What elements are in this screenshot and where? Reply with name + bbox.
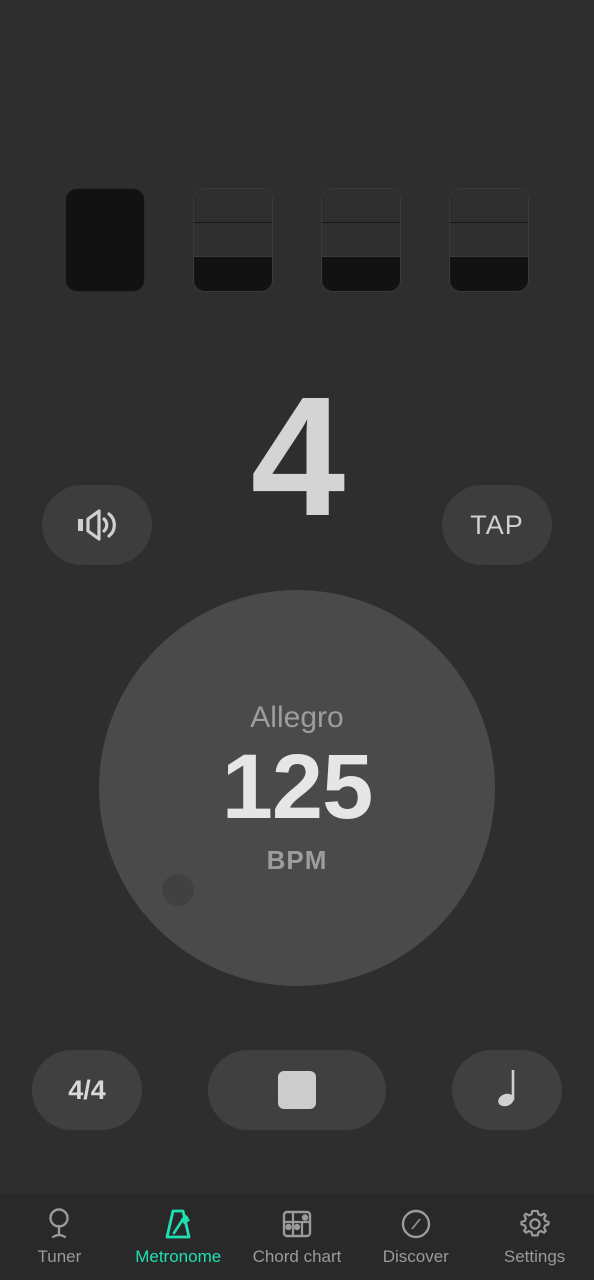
metronome-screen: 4 TAP Allegro 125 BPM 4/4 Tuner Metronom… [0,0,594,1280]
beat-segment-fill [450,257,528,291]
beat-segment-middle [322,223,400,257]
tempo-dial-knob[interactable] [162,874,194,906]
nav-item-chord-chart[interactable]: Chord chart [238,1207,357,1267]
tuning-fork-icon [44,1207,74,1241]
sound-toggle-button[interactable] [42,485,152,565]
tap-tempo-button[interactable]: TAP [442,485,552,565]
gear-icon [519,1207,551,1241]
nav-label-chord-chart: Chord chart [252,1247,342,1266]
nav-label-metronome: Metronome [135,1247,222,1266]
bpm-value: 125 [221,735,373,838]
beat-segment-top [194,189,272,223]
nav-item-tuner[interactable]: Tuner [0,1207,119,1267]
speaker-icon [74,508,120,542]
compass-icon [400,1207,432,1241]
beat-indicator-row [0,188,594,292]
beat-indicator-4[interactable] [449,188,529,292]
tempo-dial-container: Allegro 125 BPM [99,590,495,986]
beat-segment-middle [194,223,272,257]
nav-item-discover[interactable]: Discover [356,1207,475,1267]
beat-segment-fill [194,257,272,291]
nav-item-metronome[interactable]: Metronome [119,1207,238,1267]
transport-controls: 4/4 [0,1050,594,1130]
beat-indicator-3[interactable] [321,188,401,292]
tempo-marking-label: Allegro [250,700,344,734]
beat-segment-fill [322,257,400,291]
nav-label-tuner: Tuner [37,1247,82,1266]
beat-segment-top [322,189,400,223]
chord-chart-icon [280,1207,314,1241]
tap-button-label: TAP [470,509,524,540]
beat-indicator-2[interactable] [193,188,273,292]
metronome-icon [163,1207,193,1241]
bottom-navigation: Tuner Metronome Chord chart Discover Set… [0,1194,594,1280]
beat-segment-top [450,189,528,223]
nav-item-settings[interactable]: Settings [475,1207,594,1267]
quarter-note-icon [492,1064,522,1117]
nav-label-discover: Discover [382,1247,449,1266]
tempo-dial[interactable]: Allegro 125 BPM [99,590,495,986]
subdivision-button[interactable] [452,1050,562,1130]
beat-indicator-1[interactable] [65,188,145,292]
beat-segment-middle [450,223,528,257]
time-signature-label: 4/4 [68,1074,106,1105]
bpm-unit-label: BPM [266,844,328,875]
nav-label-settings: Settings [503,1247,566,1266]
stop-icon [278,1071,316,1109]
play-stop-button[interactable] [208,1050,386,1130]
time-signature-button[interactable]: 4/4 [32,1050,142,1130]
